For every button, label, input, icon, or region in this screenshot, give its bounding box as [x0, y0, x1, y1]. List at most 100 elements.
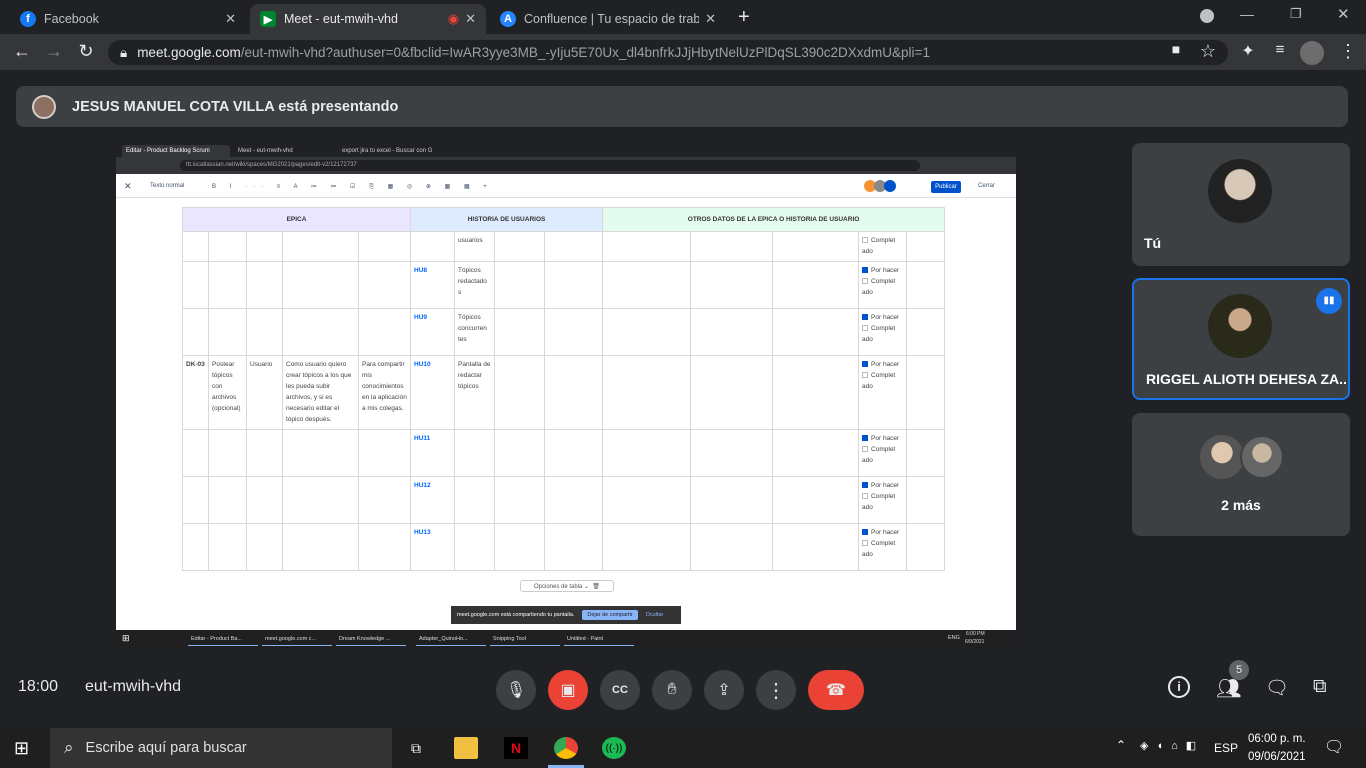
- camera-in-use-icon[interactable]: ■: [1164, 41, 1188, 57]
- status-checkbox: Por hacer: [862, 265, 903, 276]
- file-explorer-icon[interactable]: [454, 737, 478, 759]
- status-checkbox: Complet ado: [862, 325, 896, 343]
- epic-reason: [358, 261, 411, 309]
- epic-reason: [358, 231, 411, 262]
- presenter-banner: JESUS MANUEL COTA VILLA está presentando: [16, 86, 1348, 127]
- microphone-button[interactable]: 🎙︎: [496, 670, 536, 710]
- tab-meet[interactable]: ▶ Meet - eut-mwih-vhd ◉ ✕: [250, 4, 486, 34]
- close-tab-icon[interactable]: ✕: [465, 11, 476, 27]
- meeting-code: eut-mwih-vhd: [85, 678, 182, 695]
- epic-role: Usuario: [246, 355, 283, 430]
- task-view-icon[interactable]: ⧉: [404, 737, 428, 759]
- participant-tile-more[interactable]: 2 más: [1132, 413, 1350, 536]
- minimize-button[interactable]: —: [1240, 6, 1254, 22]
- notifications-icon[interactable]: 🗨︎: [1324, 737, 1344, 757]
- epic-code: [182, 308, 209, 356]
- address-bar[interactable]: 🔒︎ meet.google.com/eut-mwih-vhd?authuser…: [108, 40, 1228, 65]
- tray-chevron-icon[interactable]: ⌃: [1116, 738, 1126, 752]
- leave-call-button[interactable]: ☎︎: [808, 670, 864, 710]
- checkbox-icon: [862, 372, 869, 379]
- cell: [772, 355, 860, 430]
- epic-title: [208, 261, 247, 309]
- extensions-icon[interactable]: ✦: [1236, 41, 1260, 61]
- cell: [543, 355, 604, 430]
- cell: [906, 261, 946, 309]
- chrome-icon[interactable]: [554, 737, 578, 759]
- table-row: DK-03 Postear tópicos con archivos (opcio…: [182, 355, 946, 430]
- cell: [494, 231, 545, 262]
- close-window-button[interactable]: ✕: [1337, 5, 1350, 23]
- checkbox-icon: [862, 325, 869, 332]
- cell: [772, 261, 860, 309]
- language-indicator[interactable]: ESP: [1214, 741, 1238, 755]
- spotify-icon[interactable]: ((·)): [602, 737, 626, 759]
- cell: [772, 231, 860, 262]
- backlog-table: EPICA HISTORIA DE USUARIOS OTROS DATOS D…: [182, 207, 946, 571]
- participant-tile-riggel[interactable]: ▮▮ RIGGEL ALIOTH DEHESA ZA...: [1132, 278, 1350, 400]
- status-checkbox: Complet ado: [862, 446, 896, 464]
- camera-off-button[interactable]: ▣: [548, 670, 588, 710]
- captions-button[interactable]: CC: [600, 670, 640, 710]
- story-title: Pantalla de redactar tópicos: [454, 355, 495, 430]
- bookmark-star-icon[interactable]: ☆: [1196, 41, 1220, 62]
- profile-avatar[interactable]: [1300, 41, 1324, 65]
- windows-search-box[interactable]: ⌕ Escribe aquí para buscar: [50, 728, 392, 768]
- status-checkbox: Por hacer: [862, 359, 903, 370]
- participant-count-badge: 5: [1229, 660, 1249, 680]
- cell: [906, 523, 946, 571]
- story-id: HU10: [410, 355, 455, 430]
- meeting-info-icon[interactable]: i: [1168, 676, 1190, 698]
- new-tab-button[interactable]: +: [738, 6, 750, 29]
- cell: [494, 261, 545, 309]
- present-button[interactable]: ⇪: [704, 670, 744, 710]
- shared-tab: export jira to excel - Buscar con G: [342, 148, 433, 154]
- netflix-icon[interactable]: N: [504, 737, 528, 759]
- epic-title: [208, 476, 247, 524]
- activities-icon[interactable]: ⧉: [1313, 676, 1327, 698]
- participant-tile-self[interactable]: Tú: [1132, 143, 1350, 266]
- tab-facebook[interactable]: f Facebook ✕: [10, 4, 246, 34]
- cell: [602, 231, 692, 262]
- cell: [494, 476, 545, 524]
- avatar: [884, 180, 896, 192]
- cell: [602, 308, 692, 356]
- close-tab-icon[interactable]: ✕: [225, 11, 236, 27]
- more-options-button[interactable]: ⋮: [756, 670, 796, 710]
- lock-icon: 🔒︎: [120, 44, 128, 60]
- close-tab-icon[interactable]: ✕: [705, 11, 716, 27]
- clock-date[interactable]: 09/06/2021: [1248, 751, 1306, 763]
- story-id: HU9: [410, 308, 455, 356]
- avatar: [1200, 435, 1244, 479]
- checkbox-icon: [862, 267, 869, 274]
- tab-confluence[interactable]: A Confluence | Tu espacio de traba ✕: [490, 4, 726, 34]
- epic-code: [182, 231, 209, 262]
- status-cell: Por hacer Complet ado: [858, 429, 908, 477]
- epic-role: [246, 476, 283, 524]
- tray-icons[interactable]: ◈◖⌂◧: [1140, 739, 1204, 752]
- status-checkbox: Por hacer: [862, 312, 903, 323]
- reload-icon[interactable]: ↻: [74, 41, 98, 62]
- raise-hand-button[interactable]: ✋︎: [652, 670, 692, 710]
- chat-icon[interactable]: 🗨︎: [1265, 676, 1289, 700]
- back-icon[interactable]: ←: [10, 41, 34, 62]
- confluence-editor-toolbar: ✕ Texto normal B I ··· ≡ A ≔ ≔ ☑ ⎘ ▦ ◎ ⊕…: [116, 174, 1016, 198]
- media-control-icon[interactable]: ≡: [1268, 41, 1292, 58]
- restore-button[interactable]: ❐: [1290, 6, 1302, 22]
- menu-kebab-icon[interactable]: ⋮: [1336, 41, 1360, 62]
- avatar: [1208, 294, 1272, 358]
- cell: [494, 308, 545, 356]
- start-button[interactable]: ⊞: [14, 738, 29, 759]
- clock-time[interactable]: 06:00 p. m.: [1248, 733, 1306, 745]
- tab-search-icon[interactable]: [1200, 9, 1214, 23]
- shared-tab-bar: Editar - Product Backlog Scrum Meet - eu…: [116, 143, 1016, 157]
- more-vert-icon: ⋮: [766, 679, 786, 702]
- epic-title: [208, 231, 247, 262]
- status-cell: Por hacer Complet ado: [858, 476, 908, 524]
- forward-icon[interactable]: →: [42, 41, 66, 62]
- header-historia: HISTORIA DE USUARIOS: [409, 207, 604, 232]
- cell: [602, 355, 692, 430]
- table-row: HU11 Por hacer Complet ado: [182, 429, 946, 477]
- epic-reason: [358, 429, 411, 477]
- story-id: HU8: [410, 261, 455, 309]
- cell: [494, 429, 545, 477]
